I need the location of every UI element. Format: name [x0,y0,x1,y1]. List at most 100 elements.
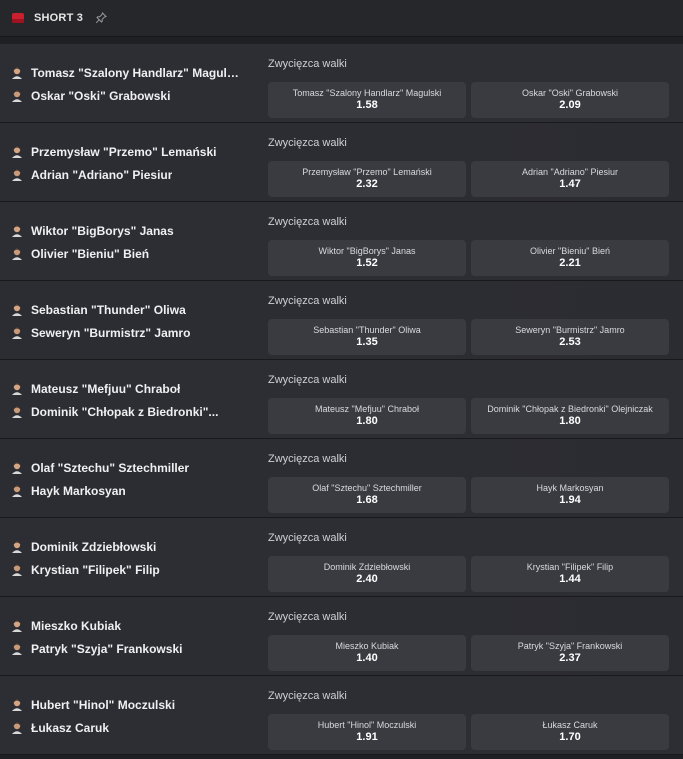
odds-value: 2.53 [559,336,581,348]
odds-button-home[interactable]: Sebastian "Thunder" Oliwa 1.35 [268,319,466,355]
odds-button-away[interactable]: Adrian "Adriano" Piesiur 1.47 [471,161,669,197]
odds-value: 1.58 [356,99,378,111]
fighter-avatar-icon [10,642,24,656]
fighter-away[interactable]: Hayk Markosyan [10,484,126,498]
odds-button-home[interactable]: Hubert "Hinol" Moczulski 1.91 [268,714,466,750]
fighter-home-name: Hubert "Hinol" Moczulski [31,698,176,712]
fighter-avatar-icon [10,382,24,396]
odds-selection-name: Olivier "Bieniu" Bień [530,246,610,256]
event-row[interactable]: Przemysław "Przemo" Lemański Adrian "Adri… [0,123,683,202]
odds-button-home[interactable]: Mateusz "Mefjuu" Chraboł 1.80 [268,398,466,434]
odds-button-home[interactable]: Wiktor "BigBorys" Janas 1.52 [268,240,466,276]
fighter-avatar-icon [10,326,24,340]
odds-selection-name: Mateusz "Mefjuu" Chraboł [315,404,419,414]
event-list: Tomasz "Szalony Handlarz" Magulski Oskar … [0,37,683,755]
market-label: Zwycięzca walki [268,532,347,544]
odds-selection-name: Mieszko Kubiak [335,641,399,651]
pin-icon[interactable] [95,12,108,24]
event-row[interactable]: Sebastian "Thunder" Oliwa Seweryn "Burmis… [0,281,683,360]
odds-selection-name: Wiktor "BigBorys" Janas [318,246,416,256]
fighter-away[interactable]: Oskar "Oski" Grabowski [10,89,170,103]
fighter-avatar-icon [10,721,24,735]
fighter-avatar-icon [10,461,24,475]
fighter-home[interactable]: Mieszko Kubiak [10,619,121,633]
odds-selection-name: Dominik "Chłopak z Biedronki" Olejniczak [487,404,653,414]
market-label: Zwycięzca walki [268,690,347,702]
fighter-home[interactable]: Dominik Zdziebłowski [10,540,156,554]
odds-value: 2.32 [356,178,378,190]
fighter-home[interactable]: Tomasz "Szalony Handlarz" Magulski [10,66,241,80]
event-row[interactable]: Hubert "Hinol" Moczulski Łukasz Caruk Zwyc… [0,676,683,755]
fighter-avatar-icon [10,484,24,498]
fighter-away[interactable]: Seweryn "Burmistrz" Jamro [10,326,190,340]
fighter-away[interactable]: Olivier "Bieniu" Bień [10,247,149,261]
odds-button-home[interactable]: Tomasz "Szalony Handlarz" Magulski 1.58 [268,82,466,118]
odds-button-home[interactable]: Dominik Zdziebłowski 2.40 [268,556,466,592]
fighters: Dominik Zdziebłowski Krystian "Filipek" F… [10,518,260,596]
fighter-home-name: Mateusz "Mefjuu" Chraboł [31,382,181,396]
fighter-home-name: Olaf "Sztechu" Sztechmiller [31,461,190,475]
odds-button-away[interactable]: Dominik "Chłopak z Biedronki" Olejniczak… [471,398,669,434]
odds-value: 1.47 [559,178,581,190]
odds-button-home[interactable]: Mieszko Kubiak 1.40 [268,635,466,671]
fighter-home[interactable]: Wiktor "BigBorys" Janas [10,224,174,238]
odds-selection-name: Sebastian "Thunder" Oliwa [313,325,421,335]
event-row[interactable]: Olaf "Sztechu" Sztechmiller Hayk Markosya… [0,439,683,518]
odds-button-away[interactable]: Oskar "Oski" Grabowski 2.09 [471,82,669,118]
odds-selection-name: Olaf "Sztechu" Sztechmiller [312,483,422,493]
odds-button-away[interactable]: Łukasz Caruk 1.70 [471,714,669,750]
market-label: Zwycięzca walki [268,453,347,465]
fighter-away[interactable]: Adrian "Adriano" Piesiur [10,168,172,182]
event-row[interactable]: Mateusz "Mefjuu" Chraboł Dominik "Chłopak… [0,360,683,439]
fighter-away-name: Seweryn "Burmistrz" Jamro [31,326,191,340]
fighter-home[interactable]: Olaf "Sztechu" Sztechmiller [10,461,189,475]
event-row[interactable]: Mieszko Kubiak Patryk "Szyja" Frankowski Z… [0,597,683,676]
fighter-home-name: Przemysław "Przemo" Lemański [31,145,217,159]
odds-value: 1.80 [559,415,581,427]
odds-button-away[interactable]: Patryk "Szyja" Frankowski 2.37 [471,635,669,671]
fighter-away[interactable]: Patryk "Szyja" Frankowski [10,642,182,656]
market-label: Zwycięzca walki [268,374,347,386]
flag-icon [12,13,24,23]
fighter-home-name: Dominik Zdziebłowski [31,540,157,554]
fighter-away[interactable]: Łukasz Caruk [10,721,109,735]
odds-selection-name: Dominik Zdziebłowski [323,562,411,572]
fighter-away[interactable]: Dominik "Chłopak z Biedronki"... [10,405,218,419]
odds-button-away[interactable]: Krystian "Filipek" Filip 1.44 [471,556,669,592]
odds-selection-name: Oskar "Oski" Grabowski [522,88,618,98]
fighter-home[interactable]: Sebastian "Thunder" Oliwa [10,303,186,317]
odds-value: 1.94 [559,494,581,506]
fighter-away-name: Łukasz Caruk [31,721,110,735]
odds-selection-name: Przemysław "Przemo" Lemański [302,167,432,177]
odds-button-away[interactable]: Olivier "Bieniu" Bień 2.21 [471,240,669,276]
odds-value: 1.91 [356,731,378,743]
odds-button-home[interactable]: Przemysław "Przemo" Lemański 2.32 [268,161,466,197]
event-row[interactable]: Tomasz "Szalony Handlarz" Magulski Oskar … [0,44,683,123]
fighter-home-name: Wiktor "BigBorys" Janas [31,224,174,238]
fighter-home[interactable]: Hubert "Hinol" Moczulski [10,698,175,712]
odds-value: 2.40 [356,573,378,585]
fighter-home[interactable]: Mateusz "Mefjuu" Chraboł [10,382,180,396]
fighter-away-name: Patryk "Szyja" Frankowski [31,642,183,656]
odds-selection-name: Łukasz Caruk [542,720,598,730]
event-row[interactable]: Dominik Zdziebłowski Krystian "Filipek" F… [0,518,683,597]
odds-button-away[interactable]: Seweryn "Burmistrz" Jamro 2.53 [471,319,669,355]
odds-value: 1.70 [559,731,581,743]
odds-selection-name: Adrian "Adriano" Piesiur [522,167,618,177]
fighter-away-name: Adrian "Adriano" Piesiur [31,168,173,182]
odds-value: 2.37 [559,652,581,664]
odds-button-away[interactable]: Hayk Markosyan 1.94 [471,477,669,513]
fighter-avatar-icon [10,66,24,80]
fighter-avatar-icon [10,405,24,419]
fighters: Hubert "Hinol" Moczulski Łukasz Caruk [10,676,260,754]
event-row[interactable]: Wiktor "BigBorys" Janas Olivier "Bieniu" … [0,202,683,281]
market-label: Zwycięzca walki [268,216,347,228]
fighter-away[interactable]: Krystian "Filipek" Filip [10,563,160,577]
odds-value: 1.68 [356,494,378,506]
fighter-home[interactable]: Przemysław "Przemo" Lemański [10,145,216,159]
odds-value: 2.09 [559,99,581,111]
fighter-avatar-icon [10,303,24,317]
fighters: Olaf "Sztechu" Sztechmiller Hayk Markosya… [10,439,260,517]
odds-selection-name: Hubert "Hinol" Moczulski [317,720,417,730]
odds-button-home[interactable]: Olaf "Sztechu" Sztechmiller 1.68 [268,477,466,513]
